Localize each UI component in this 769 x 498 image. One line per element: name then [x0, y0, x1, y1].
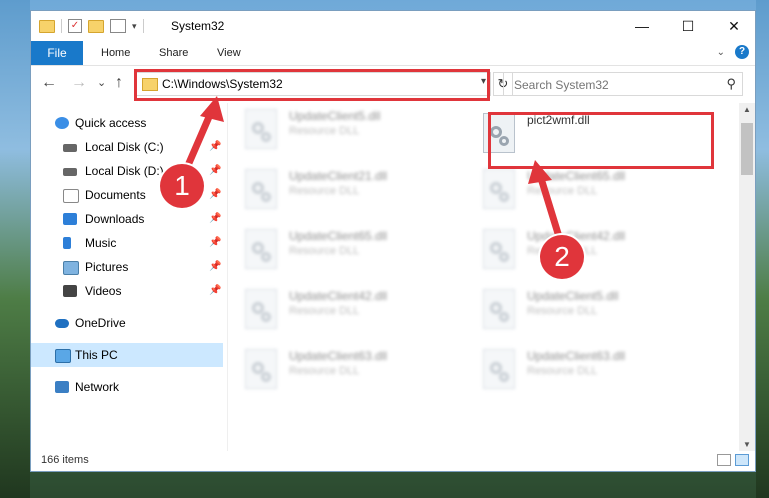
- arrow-2-shaft: [536, 171, 564, 244]
- step-2-badge: 2: [540, 235, 584, 279]
- arrow-1-head: [200, 96, 224, 122]
- annotation-arrows: [182, 96, 564, 244]
- step-1-badge: 1: [160, 164, 204, 208]
- arrow-2-head: [528, 160, 552, 184]
- arrow-1-shaft: [182, 106, 216, 174]
